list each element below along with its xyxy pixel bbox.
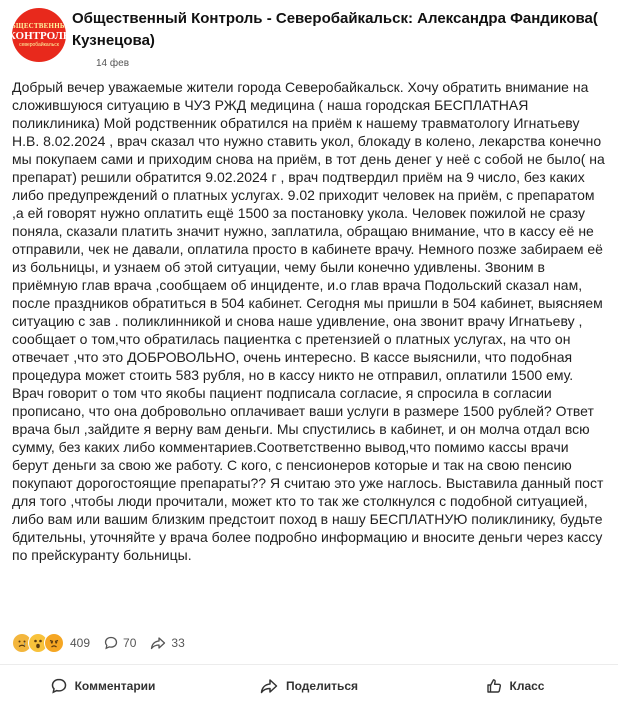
avatar-line1: ОБЩЕСТВЕННЫЙ	[12, 21, 66, 30]
post-card: ОБЩЕСТВЕННЫЙ КОНТРОЛЬ северобайкальск Об…	[0, 0, 618, 704]
comments-button[interactable]: Комментарии	[0, 672, 206, 700]
share-icon	[260, 679, 278, 694]
share-button[interactable]: Поделиться	[206, 672, 412, 700]
shares-count: 33	[171, 636, 185, 650]
share-label: Поделиться	[285, 679, 359, 693]
comments-stat[interactable]: 70	[104, 636, 136, 650]
like-button[interactable]: Класс	[412, 672, 618, 700]
reactions[interactable]: 409	[12, 633, 90, 653]
comment-icon	[51, 678, 66, 694]
share-icon	[151, 637, 166, 650]
sad-face-icon	[44, 633, 64, 653]
comments-count: 70	[123, 636, 137, 650]
comments-label: Комментарии	[74, 679, 156, 693]
avatar-line3: северобайкальск	[19, 41, 59, 48]
post-stats: 409 70 33	[12, 632, 185, 654]
author-name[interactable]: Общественный Контроль - Северобайкальск:…	[72, 8, 612, 52]
post-date[interactable]: 14 фев	[96, 58, 129, 69]
reactions-count: 409	[70, 636, 91, 650]
avatar[interactable]: ОБЩЕСТВЕННЫЙ КОНТРОЛЬ северобайкальск	[12, 8, 66, 62]
post-text: Добрый вечер уважаемые жители города Сев…	[12, 79, 605, 563]
divider	[0, 664, 618, 665]
shares-stat[interactable]: 33	[150, 636, 185, 650]
post-header: ОБЩЕСТВЕННЫЙ КОНТРОЛЬ северобайкальск Об…	[12, 8, 612, 69]
action-bar: Комментарии Поделиться Класс	[0, 672, 618, 700]
thumbs-up-icon	[486, 679, 501, 693]
comment-icon	[104, 636, 118, 650]
avatar-line2: КОНТРОЛЬ	[12, 29, 66, 42]
like-label: Класс	[509, 679, 545, 693]
